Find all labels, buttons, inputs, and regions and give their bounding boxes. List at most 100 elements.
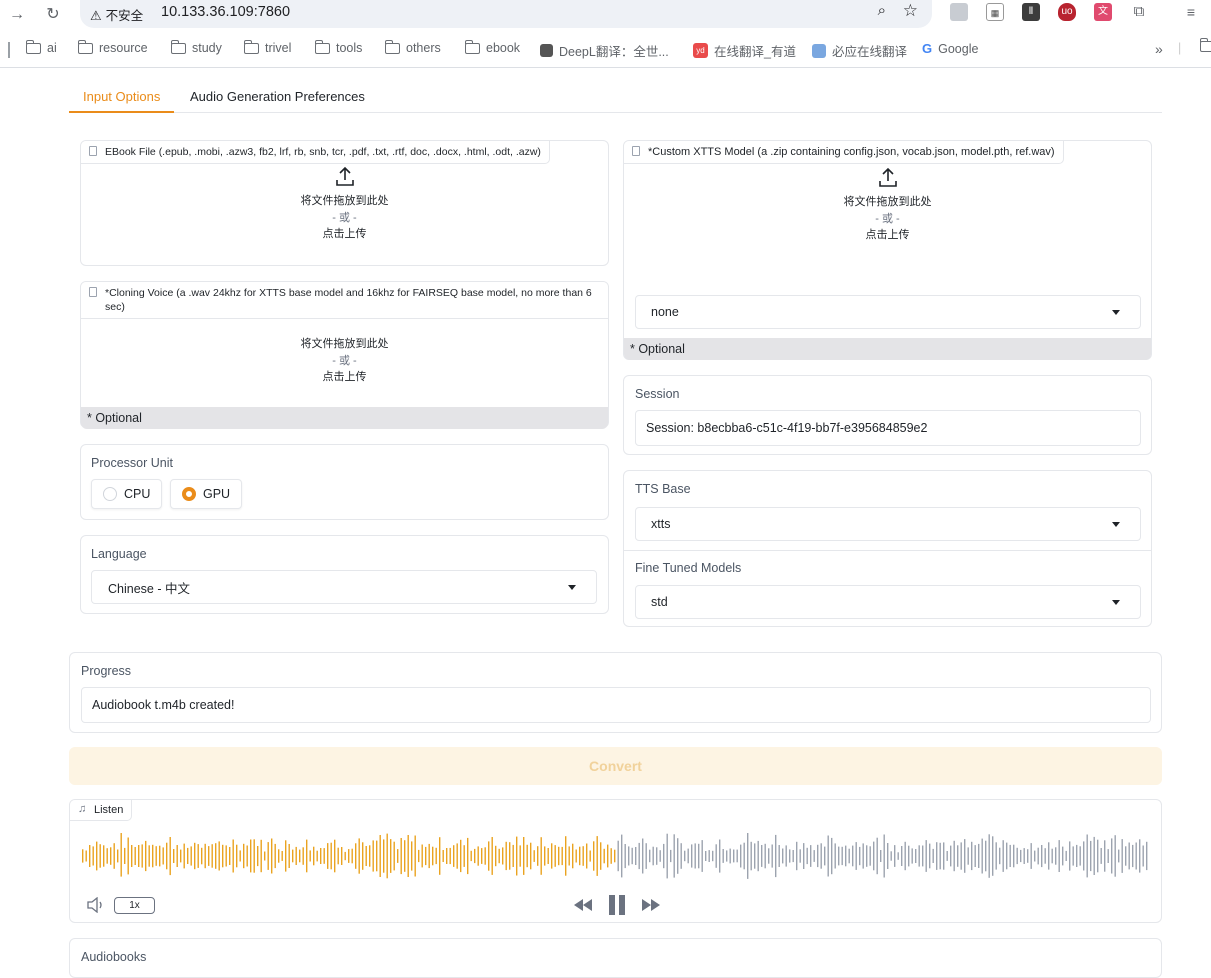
- language-select[interactable]: Chinese - 中文: [91, 570, 597, 604]
- waveform-bar: [778, 845, 780, 867]
- waveform-bar: [1097, 839, 1099, 873]
- upload-icon: [335, 166, 354, 186]
- waveform-bar: [365, 846, 367, 866]
- convert-button[interactable]: Convert: [69, 747, 1162, 785]
- waveform-bar: [372, 840, 374, 872]
- waveform-bar: [540, 837, 542, 875]
- waveform-bar: [1002, 840, 1004, 872]
- waveform-bar: [131, 845, 133, 867]
- ublock-icon[interactable]: uo: [1058, 3, 1076, 21]
- radio-cpu[interactable]: CPU: [91, 479, 163, 509]
- session-field[interactable]: Session: b8ecbba6-c51c-4f19-bb7f-e395684…: [635, 410, 1141, 446]
- waveform-bar: [89, 845, 91, 867]
- waveform-bar: [642, 838, 644, 874]
- waveform-bar: [862, 843, 864, 869]
- waveform-bar: [866, 845, 868, 867]
- waveform-bar: [449, 847, 451, 865]
- bookmark-youdao[interactable]: yd 在线翻译_有道: [693, 41, 796, 60]
- waveform-bar: [215, 843, 217, 869]
- folder-icon: [384, 39, 400, 54]
- url-text[interactable]: 10.133.36.109:7860: [161, 4, 290, 20]
- waveform-bar: [1037, 847, 1039, 865]
- more-bookmarks-icon[interactable]: »: [1155, 41, 1163, 57]
- waveform-bar: [855, 842, 857, 870]
- waveform-bar: [1069, 841, 1071, 871]
- qr-code-icon[interactable]: ▦: [986, 3, 1004, 21]
- waveform-bar: [194, 842, 196, 870]
- waveform-bar: [274, 843, 276, 869]
- voice-drop-area[interactable]: 将文件拖放到此处 - 或 - 点击上传: [81, 336, 608, 386]
- file-icon: [89, 146, 97, 156]
- bookmark-deepl[interactable]: DeepL翻译：全世...: [540, 41, 669, 60]
- waveform-bar: [771, 844, 773, 868]
- extension-dark-icon[interactable]: Ⅱ: [1022, 3, 1040, 21]
- address-bar[interactable]: ⚠ 不安全 10.133.36.109:7860 ⌕ ☆: [80, 0, 932, 28]
- security-indicator[interactable]: ⚠ 不安全: [90, 5, 143, 24]
- forward-icon[interactable]: →: [6, 4, 28, 26]
- waveform-bar: [1016, 847, 1018, 865]
- ebook-drop-area[interactable]: 将文件拖放到此处 - 或 - 点击上传: [81, 165, 608, 243]
- waveform-bar: [596, 836, 598, 876]
- volume-icon[interactable]: [86, 897, 106, 913]
- custom-model-select[interactable]: none: [635, 295, 1141, 329]
- ebook-upload-dropzone[interactable]: EBook File (.epub, .mobi, .azw3, fb2, lr…: [80, 140, 609, 266]
- waveform-bar: [1139, 839, 1141, 873]
- audio-player: ♫ Listen 1x: [69, 799, 1162, 923]
- waveform-bar: [810, 845, 812, 867]
- bookmark-folder-ai[interactable]: ai: [25, 39, 57, 55]
- waveform-bar: [1065, 850, 1067, 861]
- waveform-bar: [358, 838, 360, 874]
- zoom-icon[interactable]: ⌕: [878, 2, 886, 19]
- pause-icon[interactable]: [608, 894, 626, 916]
- fine-tuned-models-select[interactable]: std: [635, 585, 1141, 619]
- tab-audio-generation-preferences[interactable]: Audio Generation Preferences: [176, 83, 379, 113]
- playback-speed-button[interactable]: 1x: [114, 897, 155, 914]
- bookmark-folder-ebook[interactable]: ebook: [464, 39, 520, 55]
- waveform-bar: [691, 844, 693, 868]
- radio-gpu[interactable]: GPU: [170, 479, 243, 509]
- bookmark-folder-trivel[interactable]: trivel: [243, 39, 291, 55]
- tts-base-select[interactable]: xtts: [635, 507, 1141, 541]
- custom-model-upload-dropzone[interactable]: *Custom XTTS Model (a .zip containing co…: [623, 140, 1152, 360]
- bookmark-google[interactable]: G Google: [922, 41, 978, 56]
- waveform-bar: [1093, 836, 1095, 875]
- waveform-bar: [208, 846, 210, 866]
- bookmark-folder-study[interactable]: study: [170, 39, 222, 55]
- waveform-bar: [502, 847, 504, 865]
- waveform-bar: [271, 838, 273, 874]
- extension-globe-icon[interactable]: [950, 3, 968, 21]
- waveform-bar: [645, 843, 647, 869]
- cloning-voice-upload-dropzone[interactable]: *Cloning Voice (a .wav 24khz for XTTS ba…: [80, 281, 609, 429]
- bookmark-star-icon[interactable]: ☆: [903, 1, 918, 21]
- all-bookmarks-folder[interactable]: [1199, 38, 1211, 52]
- waveform-bar: [754, 843, 756, 869]
- bookmark-bing-translate[interactable]: 必应在线翻译: [812, 41, 907, 60]
- bookmark-folder-others[interactable]: others: [384, 39, 441, 55]
- waveform-bar: [901, 846, 903, 866]
- translate-extension-icon[interactable]: 文: [1094, 3, 1112, 21]
- waveform-bar: [726, 850, 728, 862]
- rewind-icon[interactable]: [572, 897, 594, 913]
- google-icon: G: [922, 41, 933, 56]
- waveform-bar: [204, 843, 206, 869]
- custom-model-drop-area[interactable]: 将文件拖放到此处 - 或 - 点击上传: [624, 166, 1151, 244]
- bookmark-folder-tools[interactable]: tools: [314, 39, 362, 55]
- waveform[interactable]: [82, 833, 1152, 879]
- waveform-bar: [516, 836, 518, 876]
- waveform-bar: [827, 835, 829, 877]
- tab-input-options[interactable]: Input Options: [69, 83, 175, 113]
- waveform-bar: [869, 846, 871, 866]
- extensions-puzzle-icon[interactable]: ⧉: [1130, 3, 1148, 21]
- waveform-bar: [292, 849, 294, 863]
- waveform-bar: [796, 841, 798, 871]
- reading-list-icon[interactable]: ≡: [1182, 3, 1200, 21]
- waveform-bar: [1118, 849, 1120, 863]
- waveform-bar: [460, 839, 462, 873]
- waveform-bar: [421, 844, 423, 868]
- bookmark-folder-resource[interactable]: resource: [77, 39, 148, 55]
- chevron-down-icon: [1112, 522, 1120, 527]
- reload-icon[interactable]: ↻: [42, 4, 64, 26]
- waveform-bar: [211, 844, 213, 868]
- fast-forward-icon[interactable]: [640, 897, 662, 913]
- waveform-bar: [953, 840, 955, 872]
